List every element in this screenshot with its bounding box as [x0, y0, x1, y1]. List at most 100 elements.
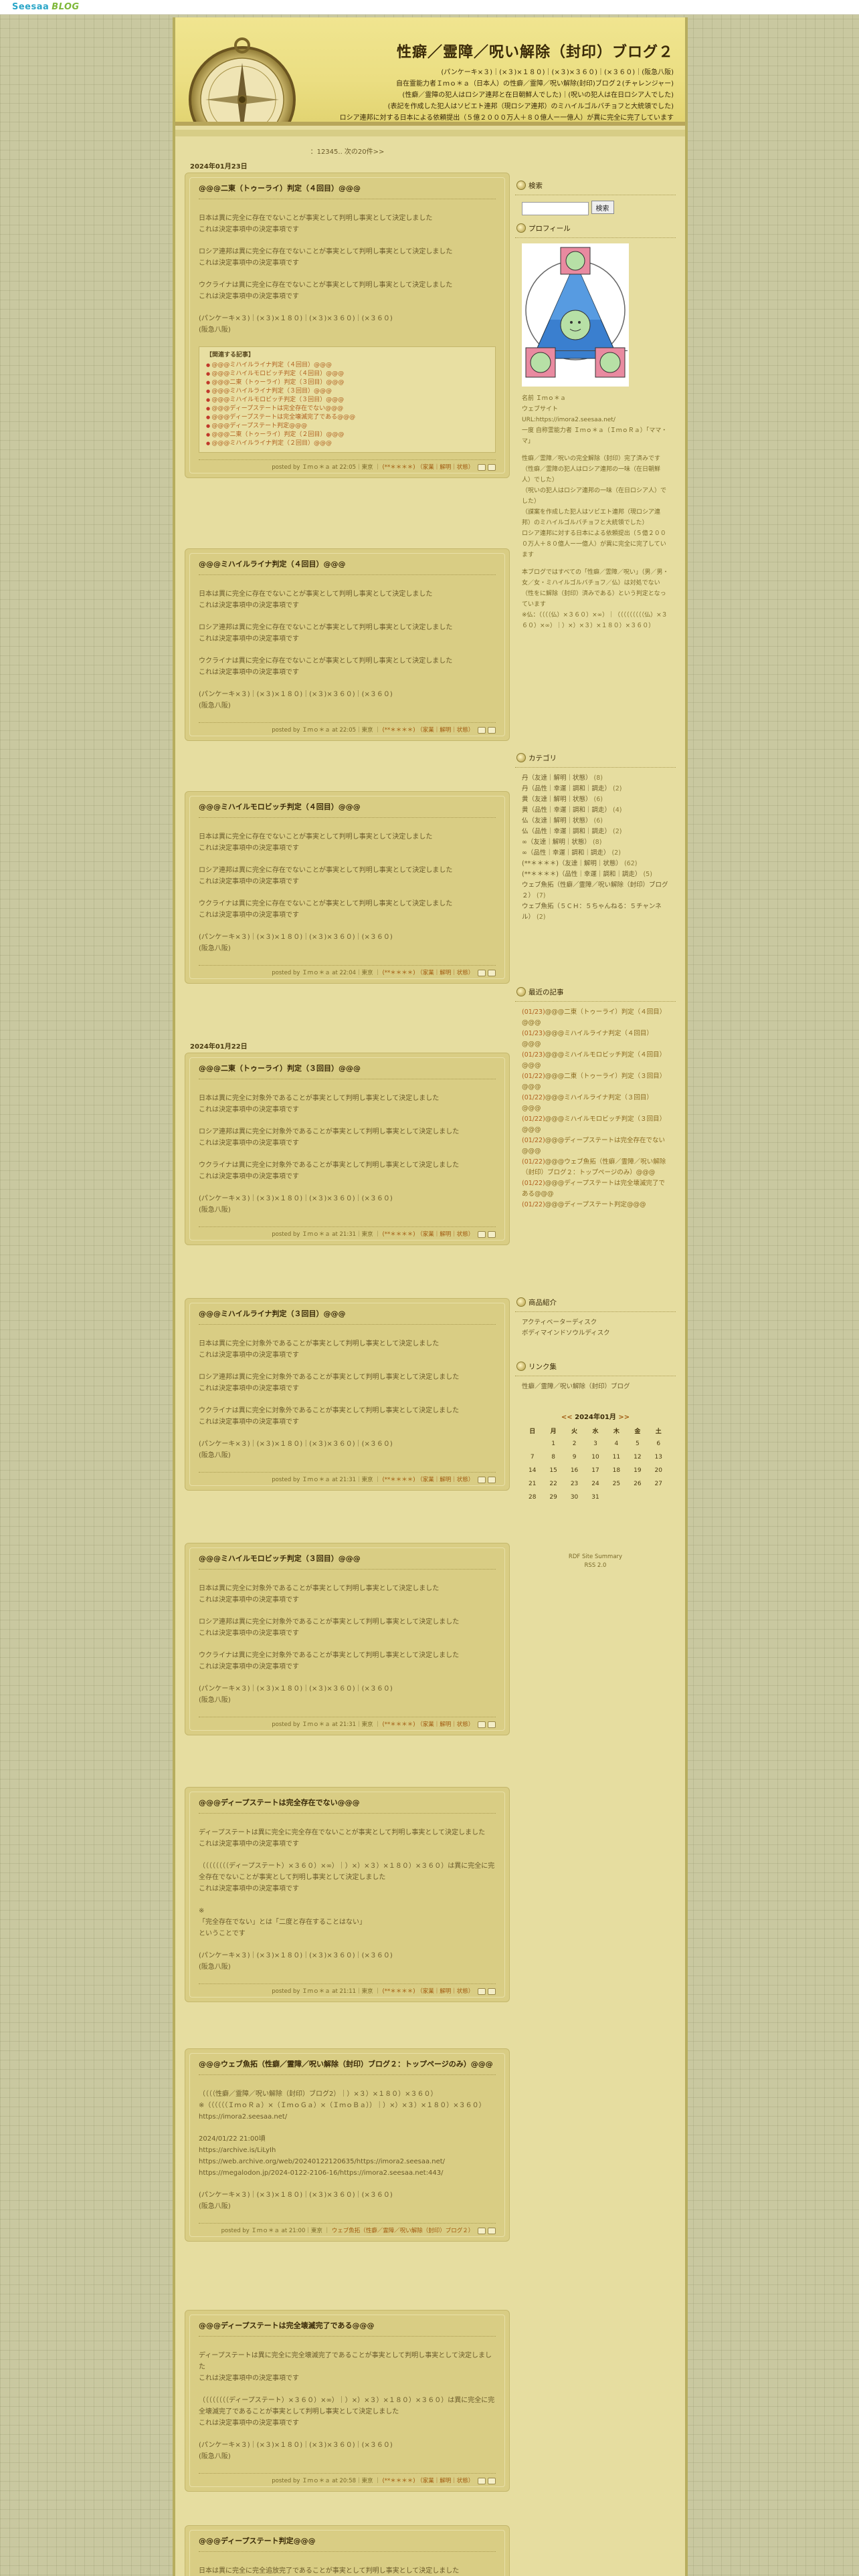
category-item[interactable]: ∞（友達｜解明｜状態） (8): [515, 837, 676, 848]
comment-icon[interactable]: [478, 726, 486, 734]
recent-post-item[interactable]: (01/22)@@@二東（トゥーライ）判定（３回目）@@@: [515, 1071, 676, 1093]
entry-title[interactable]: @@@ディープステートは完全存在でない@@@: [199, 1797, 496, 1814]
comment-icon[interactable]: [478, 1230, 486, 1238]
recent-post-item[interactable]: (01/23)@@@ミハイルモロビッチ判定（４回目）@@@: [515, 1050, 676, 1071]
related-articles: 【関連する記事】 @@@ミハイルライナ判定（４回目）@@@ @@@ミハイルモロビ…: [199, 346, 496, 453]
tag-link[interactable]: (**＊＊＊＊): [382, 1231, 415, 1238]
entry-body: 日本は異に完全に完全追放完了であることが事実として判明し事実として決定しました: [199, 2567, 460, 2575]
recent-post-item[interactable]: (01/22)@@@ミハイルライナ判定（３回目）@@@: [515, 1093, 676, 1114]
comment-icon[interactable]: [478, 1476, 486, 1483]
trackback-icon[interactable]: [488, 2477, 496, 2484]
recent-post-item[interactable]: (01/23)@@@ミハイルライナ判定（４回目）@@@: [515, 1029, 676, 1050]
trackback-icon[interactable]: [488, 1721, 496, 1728]
recent-post-item[interactable]: (01/22)@@@ディープステートは完全存在でない@@@: [515, 1136, 676, 1157]
related-link[interactable]: @@@ミハイルライナ判定（３回目）@@@: [206, 387, 488, 396]
related-link[interactable]: @@@ディープステート判定@@@: [206, 422, 488, 431]
url-link[interactable]: https://archive.is/LiLyIh: [199, 2147, 276, 2154]
entry-title[interactable]: @@@ミハイルモロビッチ判定（４回目）@@@: [199, 801, 496, 818]
recent-post-item[interactable]: (01/23)@@@二東（トゥーライ）判定（４回目）@@@: [515, 1007, 676, 1029]
category-link[interactable]: （家業｜解明｜状態）: [417, 1721, 474, 1728]
trackback-icon[interactable]: [488, 1230, 496, 1238]
tag-link[interactable]: (**＊＊＊＊): [382, 1721, 415, 1728]
comment-icon[interactable]: [478, 463, 486, 471]
entry-title[interactable]: @@@ディープステートは完全壊滅完了である@@@: [199, 2320, 496, 2337]
tag-link[interactable]: (**＊＊＊＊): [382, 1477, 415, 1483]
category-link[interactable]: （家業｜解明｜状態）: [417, 1477, 474, 1483]
related-link[interactable]: @@@二東（トゥーライ）判定（２回目）@@@: [206, 431, 488, 439]
related-link[interactable]: @@@ディープステートは完全存在でない@@@: [206, 405, 488, 413]
tag-link[interactable]: (**＊＊＊＊): [382, 727, 415, 734]
links-heading: リンク集: [515, 1359, 676, 1376]
related-link[interactable]: @@@ミハイルライナ判定（２回目）@@@: [206, 439, 488, 448]
profile-url-link[interactable]: URL:https://imora2.seesaa.net/: [522, 415, 669, 425]
trackback-icon[interactable]: [488, 969, 496, 976]
search-input[interactable]: [522, 202, 589, 215]
recent-post-item[interactable]: (01/22)@@@ウェブ魚拓（性癖／霊障／呪い解除（封印）ブログ２：トップペー…: [515, 1157, 676, 1178]
entry-title[interactable]: @@@二東（トゥーライ）判定（３回目）@@@: [199, 1063, 496, 1079]
blog-title[interactable]: 性癖／霊障／呪い解除（封印）ブログ２: [309, 40, 674, 62]
category-link[interactable]: （家業｜解明｜状態）: [417, 464, 474, 471]
category-item[interactable]: ウェブ魚拓（５ＣＨ：５ちゃんねる：５チャンネル） (2): [515, 901, 676, 923]
recent-post-item[interactable]: (01/22)@@@ミハイルモロビッチ判定（３回目）@@@: [515, 1114, 676, 1136]
trackback-icon[interactable]: [488, 2227, 496, 2234]
seesaa-logo[interactable]: Seesaa BLOG: [12, 2, 80, 12]
category-link[interactable]: （家業｜解明｜状態）: [417, 727, 474, 734]
rss-link[interactable]: RSS 2.0: [515, 1562, 676, 1570]
tag-link[interactable]: ウェブ魚拓（性癖／霊障／呪い解除（封印）ブログ２）: [332, 2228, 474, 2234]
tag-link[interactable]: (**＊＊＊＊): [382, 970, 415, 976]
comment-icon[interactable]: [478, 1988, 486, 1995]
entry-body: 日本は異に完全に対象外であることが事実として判明し事実として決定しました これは決…: [199, 1585, 460, 1704]
entry-title[interactable]: @@@ミハイルライナ判定（３回目）@@@: [199, 1308, 496, 1325]
category-link[interactable]: （家業｜解明｜状態）: [417, 970, 474, 976]
entry-title[interactable]: @@@ミハイルライナ判定（４回目）@@@: [199, 558, 496, 575]
search-button[interactable]: 検索: [591, 201, 614, 214]
category-link[interactable]: （家業｜解明｜状態）: [417, 1988, 474, 1995]
calendar-next-link[interactable]: >>: [618, 1414, 630, 1421]
product-link[interactable]: ボディマインドソウルディスク: [515, 1328, 676, 1339]
entry-title[interactable]: @@@二東（トゥーライ）判定（４回目）@@@: [199, 183, 496, 199]
url-link[interactable]: https://web.archive.org/web/202401221206…: [199, 2158, 445, 2165]
category-link[interactable]: （家業｜解明｜状態）: [417, 1231, 474, 1238]
category-item[interactable]: 黄（友達｜解明｜状態） (6): [515, 794, 676, 805]
trackback-icon[interactable]: [488, 463, 496, 471]
category-item[interactable]: (**＊＊＊＊)（友達｜解明｜状態） (62): [515, 859, 676, 869]
category-item[interactable]: ∞（品性｜幸運｜調和｜調走） (2): [515, 848, 676, 859]
category-item[interactable]: (**＊＊＊＊)（品性｜幸運｜調和｜調走） (5): [515, 869, 676, 880]
trackback-icon[interactable]: [488, 1476, 496, 1483]
trackback-icon[interactable]: [488, 726, 496, 734]
recent-post-item[interactable]: (01/22)@@@ディープステート判定@@@: [515, 1200, 676, 1210]
links-box: リンク集 性癖／霊障／呪い解除（封印）ブログ: [515, 1359, 676, 1392]
entry-title[interactable]: @@@ミハイルモロビッチ判定（３回目）@@@: [199, 1553, 496, 1570]
trackback-icon[interactable]: [488, 1988, 496, 1995]
category-link[interactable]: （家業｜解明｜状態）: [417, 2478, 474, 2484]
related-link[interactable]: @@@ディープステートは完全壊滅完了である@@@: [206, 413, 488, 422]
category-item[interactable]: 仏（品性｜幸運｜調和｜調走） (2): [515, 827, 676, 837]
category-item[interactable]: ウェブ魚拓（性癖／霊障／呪い解除（封印）ブログ２） (7): [515, 880, 676, 901]
rdf-link[interactable]: RDF Site Summary: [515, 1553, 676, 1562]
category-item[interactable]: 仏（友達｜解明｜状態） (6): [515, 816, 676, 827]
entry-title[interactable]: @@@ディープステート判定@@@: [199, 2535, 496, 2552]
comment-icon[interactable]: [478, 969, 486, 976]
tag-link[interactable]: (**＊＊＊＊): [382, 1988, 415, 1995]
related-link[interactable]: @@@ミハイルライナ判定（４回目）@@@: [206, 361, 488, 370]
related-link[interactable]: @@@二東（トゥーライ）判定（３回目）@@@: [206, 379, 488, 387]
calendar-prev-link[interactable]: <<: [561, 1414, 573, 1421]
external-link[interactable]: 性癖／霊障／呪い解除（封印）ブログ: [515, 1382, 676, 1392]
product-link[interactable]: アクティベーターディスク: [515, 1317, 676, 1328]
url-link[interactable]: https://imora2.seesaa.net/: [199, 2113, 287, 2121]
category-item[interactable]: 丹（友達｜解明｜状態） (8): [515, 773, 676, 784]
url-link[interactable]: https://megalodon.jp/2024-0122-2106-16/h…: [199, 2169, 444, 2177]
entry-title[interactable]: @@@ウェブ魚拓（性癖／霊障／呪い解除（封印）ブログ２：トップページのみ）@@@: [199, 2058, 496, 2075]
category-item[interactable]: 丹（品性｜幸運｜調和｜調走） (2): [515, 784, 676, 794]
comment-icon[interactable]: [478, 2227, 486, 2234]
pager[interactable]: ：12345.. 次の20件>>: [185, 146, 510, 156]
related-link[interactable]: @@@ミハイルモロビッチ判定（３回目）@@@: [206, 396, 488, 405]
comment-icon[interactable]: [478, 1721, 486, 1728]
category-item[interactable]: 黄（品性｜幸運｜調和｜調走） (4): [515, 805, 676, 816]
recent-post-item[interactable]: (01/22)@@@ディープステートは完全壊滅完了である@@@: [515, 1178, 676, 1200]
comment-icon[interactable]: [478, 2477, 486, 2484]
tag-link[interactable]: (**＊＊＊＊): [382, 464, 415, 471]
tag-link[interactable]: (**＊＊＊＊): [382, 2478, 415, 2484]
related-link[interactable]: @@@ミハイルモロビッチ判定（４回目）@@@: [206, 370, 488, 379]
entry-footer: posted by Ｉｍｏ＊ａ at 21:11｜東京 ｜ (**＊＊＊＊) （…: [199, 1983, 496, 1995]
